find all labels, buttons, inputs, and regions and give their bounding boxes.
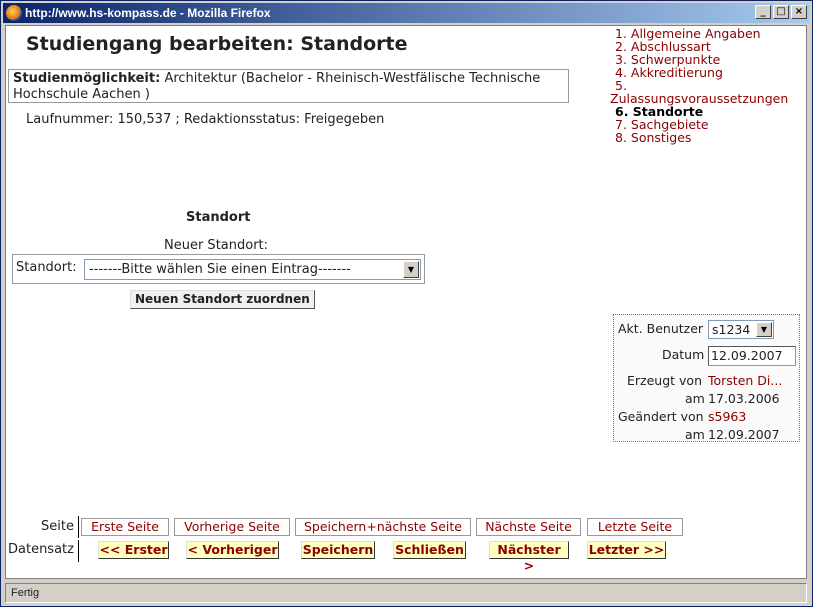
maximize-button[interactable]: □ bbox=[773, 5, 789, 19]
next-page-button[interactable]: Nächste Seite bbox=[476, 518, 581, 536]
record-info-panel: Akt. Benutzer s1234 ▼ Datum 12.09.2007 E… bbox=[613, 314, 800, 442]
last-page-button[interactable]: Letzte Seite bbox=[587, 518, 683, 536]
browser-window: http://www.hs-kompass.de - Mozilla Firef… bbox=[0, 0, 813, 607]
changed-on-value: 12.09.2007 bbox=[708, 427, 780, 442]
created-on-label: am bbox=[685, 391, 705, 406]
next-record-button[interactable]: Nächster > bbox=[489, 541, 569, 573]
title-bar: http://www.hs-kompass.de - Mozilla Firef… bbox=[3, 3, 810, 23]
current-user-value: s1234 bbox=[712, 322, 751, 337]
seite-label: Seite bbox=[41, 519, 74, 534]
save-record-button[interactable]: Speichern bbox=[301, 541, 375, 559]
pager-divider-top bbox=[78, 516, 79, 538]
assign-standort-button[interactable]: Neuen Standort zuordnen bbox=[130, 290, 315, 309]
standort-field-label: Standort: bbox=[16, 260, 77, 275]
standort-heading: Standort bbox=[186, 210, 251, 225]
first-page-button[interactable]: Erste Seite bbox=[81, 518, 169, 536]
changed-by-link[interactable]: s5963 bbox=[708, 409, 746, 424]
close-record-button[interactable]: Schließen bbox=[393, 541, 466, 559]
last-record-button[interactable]: Letzter >> bbox=[587, 541, 666, 559]
created-by-label: Erzeugt von bbox=[627, 373, 702, 388]
page-title: Studiengang bearbeiten: Standorte bbox=[26, 33, 408, 55]
laufnummer-status: Laufnummer: 150,537 ; Redaktionsstatus: … bbox=[26, 112, 385, 127]
window-controls: _ □ × bbox=[755, 5, 807, 19]
first-record-button[interactable]: << Erster bbox=[98, 541, 169, 559]
close-button[interactable]: × bbox=[791, 5, 807, 19]
created-by-link[interactable]: Torsten Di... bbox=[708, 373, 782, 388]
neuer-standort-label: Neuer Standort: bbox=[164, 238, 269, 253]
chevron-down-icon[interactable]: ▼ bbox=[756, 322, 772, 337]
studienmoeglichkeit-label: Studienmöglichkeit: bbox=[13, 71, 161, 86]
nav-item-sonstiges[interactable]: 8. Sonstiges bbox=[610, 131, 804, 144]
previous-page-button[interactable]: Vorherige Seite bbox=[174, 518, 290, 536]
changed-on-label: am bbox=[685, 427, 705, 442]
page-content: Studiengang bearbeiten: Standorte 1. All… bbox=[5, 25, 807, 579]
step-nav: 1. Allgemeine Angaben 2. Abschlussart 3.… bbox=[610, 27, 804, 144]
nav-item-akkreditierung[interactable]: 4. Akkreditierung bbox=[610, 66, 804, 79]
current-user-select[interactable]: s1234 ▼ bbox=[708, 320, 774, 339]
save-next-page-button[interactable]: Speichern+nächste Seite bbox=[295, 518, 471, 536]
window-title: http://www.hs-kompass.de - Mozilla Firef… bbox=[25, 6, 271, 20]
datensatz-label: Datensatz bbox=[8, 542, 74, 557]
created-on-value: 17.03.2006 bbox=[708, 391, 780, 406]
date-input[interactable]: 12.09.2007 bbox=[708, 346, 796, 366]
standort-select-value: -------Bitte wählen Sie einen Eintrag---… bbox=[89, 262, 351, 277]
pager-divider-bottom bbox=[78, 540, 79, 562]
standort-form: Standort: -------Bitte wählen Sie einen … bbox=[12, 254, 425, 284]
chevron-down-icon[interactable]: ▼ bbox=[403, 261, 419, 278]
changed-by-label: Geändert von bbox=[618, 409, 704, 424]
standort-select[interactable]: -------Bitte wählen Sie einen Eintrag---… bbox=[84, 259, 421, 280]
previous-record-button[interactable]: < Vorheriger bbox=[186, 541, 279, 559]
date-label: Datum bbox=[662, 347, 705, 362]
status-text: Fertig bbox=[11, 587, 40, 599]
firefox-icon bbox=[6, 5, 22, 21]
status-bar: Fertig bbox=[5, 583, 807, 603]
minimize-button[interactable]: _ bbox=[755, 5, 771, 19]
studienmoeglichkeit-box: Studienmöglichkeit: Architektur (Bachelo… bbox=[8, 69, 569, 103]
current-user-label: Akt. Benutzer bbox=[618, 321, 704, 336]
